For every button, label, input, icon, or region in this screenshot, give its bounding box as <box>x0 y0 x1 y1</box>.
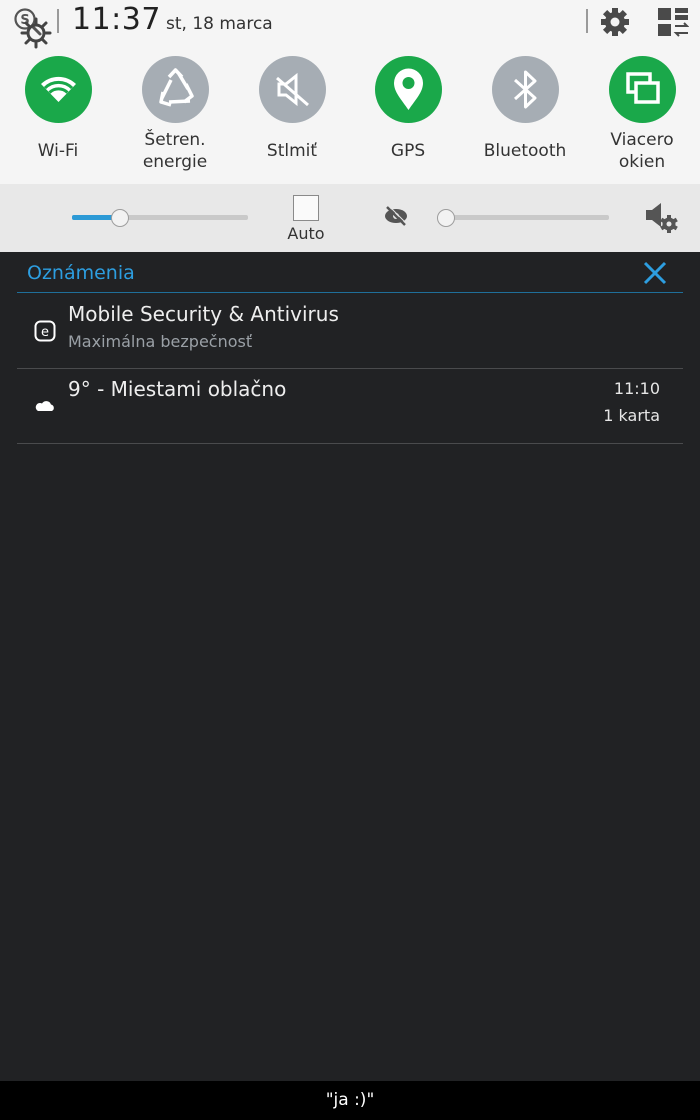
toggle-multi-window-label: Viacero okien <box>577 129 700 173</box>
toggle-gps-circle[interactable] <box>375 56 442 123</box>
brightness-slider[interactable] <box>72 209 248 227</box>
smart-stay-icon <box>385 205 407 226</box>
toggle-power-saving-circle[interactable] <box>142 56 209 123</box>
mute-icon <box>276 72 309 107</box>
toggle-multi-window-circle[interactable] <box>609 56 676 123</box>
clock-time: 11:37 <box>72 2 161 37</box>
header-divider <box>586 9 588 33</box>
cloud-icon <box>35 401 54 411</box>
toggle-wifi-circle[interactable] <box>25 56 92 123</box>
toggle-multi-window[interactable]: Viacero okien <box>587 56 697 182</box>
toggle-label-line: Šetren. <box>144 130 206 150</box>
toggle-mute-label: Stlmiť <box>266 141 318 161</box>
toggle-power-saving[interactable]: Šetren. energie <box>120 56 230 182</box>
brightness-slider-thumb[interactable] <box>110 209 129 227</box>
toggle-power-saving-label: Šetren. energie <box>110 129 240 173</box>
location-pin-icon <box>394 68 423 110</box>
auto-brightness-label: Auto <box>287 224 325 243</box>
wifi-icon <box>41 76 76 102</box>
toggle-wifi[interactable]: Wi-Fi <box>3 56 113 182</box>
bluetooth-icon <box>513 70 537 109</box>
toggle-mute[interactable]: Stlmiť <box>237 56 347 182</box>
quick-settings-toggles: Wi-Fi Šetren. energie Stlmiť GPS Bluetoo… <box>0 44 700 184</box>
sound-settings-icon[interactable] <box>644 200 680 234</box>
toggle-bluetooth-circle[interactable] <box>492 56 559 123</box>
toggle-label-line: Viacero <box>610 130 674 150</box>
secondary-slider-thumb[interactable] <box>437 209 455 227</box>
toggle-wifi-label: Wi-Fi <box>37 141 79 161</box>
notifications-divider <box>17 292 683 293</box>
toggle-gps[interactable]: GPS <box>353 56 463 182</box>
multi-window-icon <box>626 72 660 104</box>
header-divider <box>57 9 59 33</box>
secondary-slider[interactable] <box>437 209 609 227</box>
caption-bar: "ja :)" <box>0 1081 700 1120</box>
svg-text:e: e <box>41 325 49 340</box>
caption-text: "ja :)" <box>325 1090 375 1110</box>
notification-time: 11:10 <box>613 379 660 398</box>
toggle-mute-circle[interactable] <box>259 56 326 123</box>
notification-title: 9° - Miestami oblačno <box>68 377 287 401</box>
notification-divider <box>17 368 683 369</box>
clock-date: st, 18 marca <box>166 14 273 34</box>
close-icon[interactable] <box>641 259 669 287</box>
notification-divider <box>17 443 683 444</box>
toggle-bluetooth-label: Bluetooth <box>483 141 567 161</box>
toggle-label-line: okien <box>618 152 666 172</box>
notification-title: Mobile Security & Antivirus <box>68 302 339 326</box>
quick-panel-edit-icon[interactable] <box>657 7 689 37</box>
brightness-icon <box>20 17 52 49</box>
status-header: S 11:37 st, 18 marca <box>0 0 700 44</box>
notification-count: 1 karta <box>603 406 660 425</box>
toggle-bluetooth[interactable]: Bluetooth <box>470 56 580 182</box>
settings-gear-icon[interactable] <box>599 6 631 38</box>
toggle-label-line: energie <box>142 152 208 172</box>
recycle-icon <box>159 68 194 107</box>
e-app-icon: e <box>34 320 56 342</box>
toggle-gps-label: GPS <box>390 141 426 161</box>
auto-brightness-checkbox[interactable] <box>293 195 319 221</box>
notification-subtitle: Maximálna bezpečnosť <box>68 332 253 351</box>
notifications-title: Oznámenia <box>27 262 135 284</box>
